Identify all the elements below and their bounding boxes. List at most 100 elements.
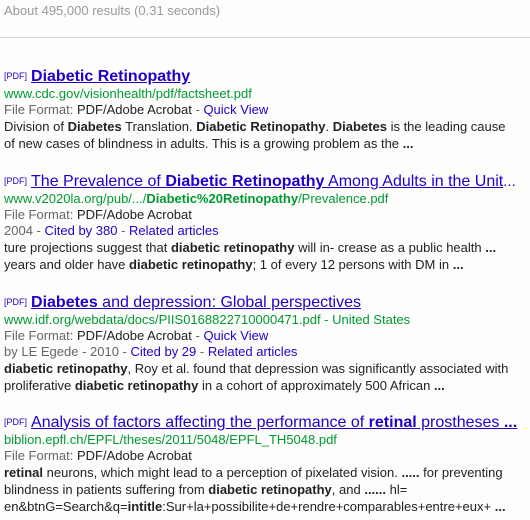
- cited-by-link[interactable]: Cited by 380: [44, 223, 117, 238]
- title-text: Diabetic Retinopathy: [31, 68, 191, 85]
- url-text: Diabetic%20Retinopathy: [146, 191, 299, 206]
- result-title-line: [PDF] Diabetic Retinopathy: [4, 66, 530, 86]
- snippet-text: :Sur+la+possibilite+de+rendre+comparable…: [162, 499, 495, 514]
- file-format-value: PDF/Adobe Acrobat: [76, 328, 192, 343]
- file-format-value: PDF/Adobe Acrobat: [76, 448, 192, 463]
- search-result: [PDF] Analysis of factors affecting the p…: [4, 412, 530, 515]
- file-format-value: PDF/Adobe Acrobat: [76, 102, 192, 117]
- separator: -: [32, 223, 45, 238]
- file-format-value: PDF/Adobe Acrobat: [76, 207, 192, 222]
- snippet-text: diabetic retinopathy: [208, 482, 332, 497]
- snippet-text: , Roy et al. found that depression was s…: [127, 361, 509, 376]
- snippet-text: ; 1 of every 12 persons with DM in: [252, 257, 453, 272]
- citation-line: by LE Egede - 2010 - Cited by 29 - Relat…: [4, 344, 530, 360]
- snippet-text: ......: [364, 482, 386, 497]
- pdf-tag: [PDF]: [4, 297, 28, 307]
- snippet-text: ...: [452, 257, 464, 272]
- title-text: Diabetes: [31, 294, 98, 311]
- separator: -: [191, 102, 204, 117]
- snippet-text: blindness in patients suffering from: [4, 482, 209, 497]
- file-format-label: File Format:: [4, 328, 77, 343]
- snippet-text: Translation.: [121, 119, 197, 134]
- quick-view-link[interactable]: Quick View: [203, 328, 268, 343]
- snippet-line: proliferative diabetic retinopathy in a …: [4, 377, 530, 394]
- result-title-link[interactable]: Analysis of factors affecting the perfor…: [31, 414, 517, 431]
- search-result: [PDF] Diabetic Retinopathy www.cdc.gov/vis…: [4, 66, 530, 152]
- snippet-line: blindness in patients suffering from dia…: [4, 481, 530, 498]
- title-text: Diabetic Retinopathy: [165, 173, 325, 190]
- snippet-text: .: [325, 119, 333, 134]
- snippet-text: diabetic retinopathy: [170, 240, 295, 255]
- title-text: ...: [503, 414, 518, 431]
- title-text: and depression: Global perspectives: [97, 294, 361, 311]
- result-url: biblion.epfl.ch/EPFL/theses/2011/5048/EP…: [4, 432, 530, 448]
- separator: -: [117, 223, 130, 238]
- snippet-line: en&btnG=Search&q=intitle:Sur+la+possibil…: [4, 498, 530, 515]
- file-format-label: File Format:: [4, 448, 77, 463]
- file-format-line: File Format: PDF/Adobe Acrobat: [4, 448, 530, 464]
- snippet-text: years and older have: [4, 257, 130, 272]
- result-title-line: [PDF] Diabetes and depression: Global per…: [4, 292, 530, 312]
- search-result: [PDF] Diabetes and depression: Global per…: [4, 292, 530, 394]
- pdf-tag: [PDF]: [4, 417, 28, 427]
- snippet-text: .....: [401, 465, 420, 480]
- file-format-label: File Format:: [4, 102, 77, 117]
- file-format-label: File Format:: [4, 207, 77, 222]
- snippet-line: diabetic retinopathy, Roy et al. found t…: [4, 360, 530, 377]
- snippet-line: years and older have diabetic retinopath…: [4, 256, 530, 273]
- cited-by-link[interactable]: Cited by 29: [131, 344, 197, 359]
- snippet-text: en&btnG=Search&q=: [4, 499, 128, 514]
- url-text: biblion.epfl.ch/EPFL/theses/2011/5048/EP…: [4, 432, 337, 447]
- header-divider: [0, 37, 530, 38]
- snippet-line: of new cases of blindness in adults. Thi…: [4, 135, 530, 152]
- snippet-text: ...: [433, 378, 445, 393]
- result-title-link[interactable]: The Prevalence of Diabetic Retinopathy A…: [31, 173, 503, 190]
- title-text: prostheses: [416, 414, 504, 431]
- snippet-line: ture projections suggest that diabetic r…: [4, 239, 530, 256]
- result-title-link[interactable]: Diabetes and depression: Global perspect…: [31, 294, 361, 311]
- title-text: Analysis of factors affecting the perfor…: [31, 414, 369, 431]
- result-url: www.idf.org/webdata/docs/PIIS01688227100…: [4, 312, 530, 328]
- search-result: [PDF] The Prevalence of Diabetic Retinopa…: [4, 171, 530, 273]
- separator: -: [196, 344, 208, 359]
- file-format-line: File Format: PDF/Adobe Acrobat: [4, 207, 530, 223]
- snippet-text: neurons, which might lead to a perceptio…: [43, 465, 402, 480]
- year: 2004: [4, 223, 33, 238]
- separator: -: [118, 344, 131, 359]
- snippet-text: ...: [494, 499, 506, 514]
- pdf-tag: [PDF]: [4, 71, 28, 81]
- url-text: www.idf.org/webdata/docs/PIIS01688227100…: [4, 312, 411, 327]
- snippet-text: intitle: [127, 499, 163, 514]
- snippet-text: is the leading cause: [386, 119, 506, 134]
- snippet-line: retinal neurons, which might lead to a p…: [4, 464, 530, 481]
- related-articles-link[interactable]: Related articles: [129, 223, 219, 238]
- snippet-text: Diabetes: [67, 119, 122, 134]
- snippet-text: hl=: [386, 482, 408, 497]
- year: 2010: [90, 344, 119, 359]
- snippet-text: Diabetic Retinopathy: [196, 119, 326, 134]
- snippet-text: retinal: [4, 465, 44, 480]
- snippet-text: ture projections suggest that: [4, 240, 171, 255]
- snippet-text: in a cohort of approximately 500 African: [198, 378, 434, 393]
- title-text: retinal: [368, 414, 417, 431]
- snippet-text: , and: [331, 482, 365, 497]
- pdf-tag: [PDF]: [4, 176, 28, 186]
- snippet-text: will in- crease as a public health: [294, 240, 486, 255]
- separator: -: [78, 344, 91, 359]
- quick-view-link[interactable]: Quick View: [203, 102, 268, 117]
- url-text: /Prevalence.pdf: [298, 191, 389, 206]
- related-articles-link[interactable]: Related articles: [208, 344, 298, 359]
- snippet-text: Diabetes: [332, 119, 387, 134]
- result-title-line: [PDF] The Prevalence of Diabetic Retinopa…: [4, 171, 530, 191]
- results-stats: About 495,000 results (0.31 seconds): [4, 3, 221, 18]
- file-format-line: File Format: PDF/Adobe Acrobat - Quick V…: [4, 102, 530, 118]
- result-title-link[interactable]: Diabetic Retinopathy: [31, 68, 190, 85]
- file-format-line: File Format: PDF/Adobe Acrobat - Quick V…: [4, 328, 530, 344]
- separator: -: [191, 328, 204, 343]
- result-title-line: [PDF] Analysis of factors affecting the p…: [4, 412, 530, 432]
- snippet-text: ...: [402, 136, 414, 151]
- author: by LE Egede: [4, 344, 79, 359]
- result-url: www.v2020la.org/pub/.../Diabetic%20Retin…: [4, 191, 530, 207]
- snippet-text: diabetic retinopathy: [4, 361, 128, 376]
- citation-line: 2004 - Cited by 380 - Related articles: [4, 223, 530, 239]
